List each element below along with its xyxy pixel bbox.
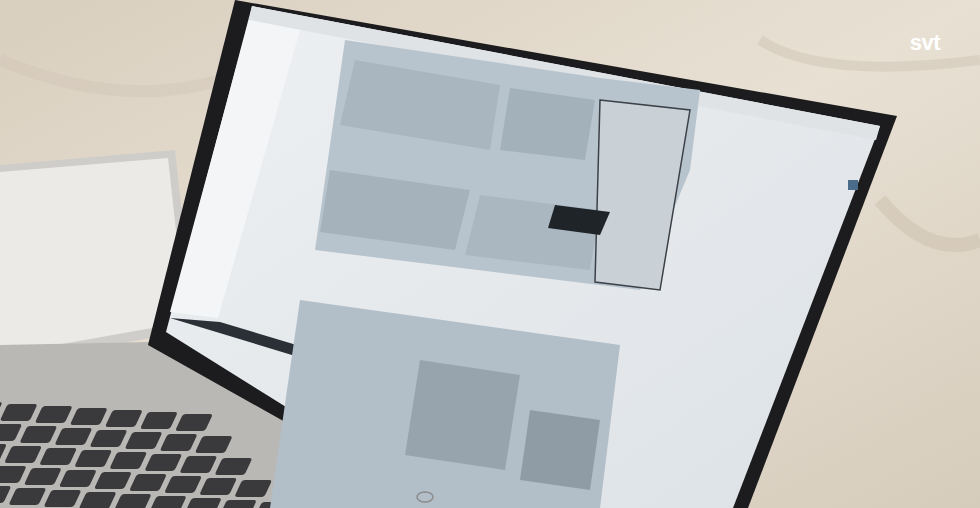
keyboard-key <box>90 430 128 447</box>
keyboard-key <box>140 412 178 429</box>
keyboard-key <box>144 454 182 471</box>
cad-model-lower <box>270 300 620 508</box>
keyboard-key <box>105 410 143 427</box>
keyboard-key <box>59 470 97 487</box>
keyboard-key <box>125 432 163 449</box>
keyboard-key <box>24 468 62 485</box>
keyboard-key <box>39 448 77 465</box>
bedding <box>0 0 980 508</box>
keyboard-key <box>79 492 117 508</box>
hp-logo-icon <box>417 492 433 502</box>
keyboard-key <box>195 436 233 453</box>
keyboard-key <box>0 486 11 503</box>
keyboard-key <box>179 456 217 473</box>
keyboard-key <box>0 466 27 483</box>
keyboard-key <box>54 428 92 445</box>
keyboard-key <box>35 406 73 423</box>
keyboard-key <box>234 480 272 497</box>
keyboard-key <box>19 426 57 443</box>
broadcaster-watermark: svt <box>910 32 940 54</box>
photo-scene: svt <box>0 0 980 508</box>
keyboard-key <box>184 498 222 508</box>
keyboard-key <box>215 458 253 475</box>
keyboard-key <box>0 444 7 461</box>
laptop-bezel <box>148 0 897 508</box>
feature-tree-panel <box>170 20 300 318</box>
view-cube-icon <box>848 180 858 190</box>
keyboard-key <box>0 404 38 421</box>
keyboard-key <box>74 450 112 467</box>
cad-model-roof <box>315 40 700 290</box>
laptop-screen <box>166 6 880 508</box>
keyboard-key <box>70 408 108 425</box>
keyboard-key <box>4 446 42 463</box>
keyboard-key <box>219 500 257 508</box>
keyboard-key <box>160 434 198 451</box>
keyboard-key <box>44 490 82 507</box>
keyboard-key <box>199 478 237 495</box>
keyboard-key <box>149 496 187 508</box>
keyboard-key <box>0 424 22 441</box>
keyboard-key <box>164 476 202 493</box>
laptop-photo <box>0 0 980 508</box>
keyboard-key <box>114 494 152 508</box>
keyboard-key <box>175 414 213 431</box>
keyboard-key <box>94 472 132 489</box>
keyboard-key <box>109 452 147 469</box>
keyboard-key <box>9 488 47 505</box>
keyboard-key <box>129 474 167 491</box>
cad-model-window <box>595 100 690 290</box>
